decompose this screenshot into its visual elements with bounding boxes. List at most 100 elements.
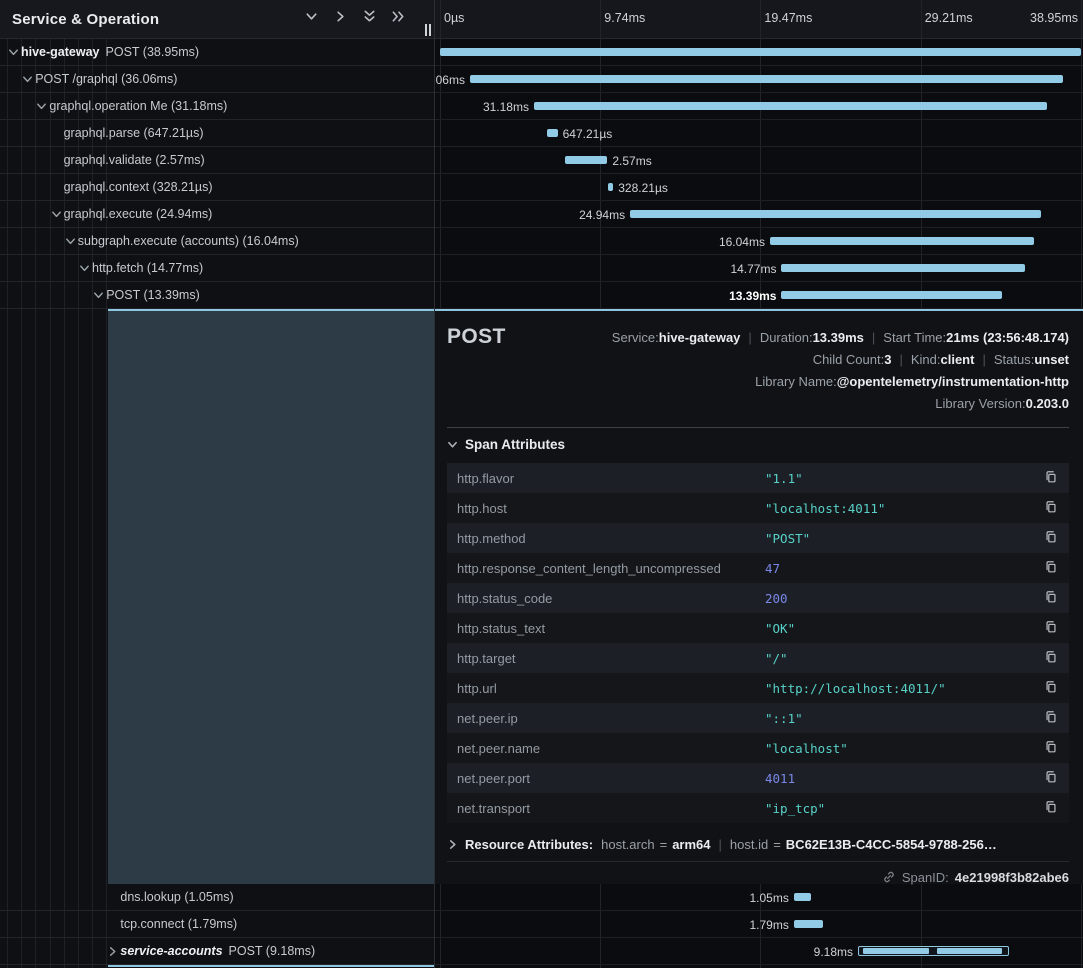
tree-row[interactable]: POST /graphql (36.06ms) xyxy=(0,66,434,93)
link-icon[interactable] xyxy=(882,870,896,884)
copy-button[interactable] xyxy=(1043,620,1059,636)
tree-row[interactable]: graphql.validate (2.57ms) xyxy=(0,147,434,174)
tree-row[interactable]: POST (13.39ms) xyxy=(0,282,434,309)
duration-label: 2.57ms xyxy=(612,154,651,168)
tree-row[interactable]: subgraph.execute (accounts) (16.04ms) xyxy=(0,228,434,255)
duration-label: 9.18ms xyxy=(814,945,853,959)
duration-label: 647.21µs xyxy=(563,127,613,141)
service-name: hive-gateway xyxy=(21,45,100,59)
span-duration-bar[interactable] xyxy=(534,102,1047,110)
resource-value: BC62E13B-C4CC-5854-9788-256… xyxy=(786,837,997,852)
attribute-row: http.method"POST" xyxy=(447,523,1069,553)
tree-row[interactable]: graphql.operation Me (31.18ms) xyxy=(0,93,434,120)
copy-button[interactable] xyxy=(1043,470,1059,486)
copy-button[interactable] xyxy=(1043,650,1059,666)
expand-all-button[interactable] xyxy=(388,9,408,29)
copy-button[interactable] xyxy=(1043,740,1059,756)
chevron-down-icon[interactable] xyxy=(36,101,49,112)
timeline-row: 2.57ms xyxy=(435,147,1083,174)
copy-button[interactable] xyxy=(1043,710,1059,726)
double-chevron-down-icon xyxy=(362,9,377,29)
resource-attributes-toggle[interactable]: Resource Attributes: host.arch=arm64|hos… xyxy=(447,831,1069,857)
attribute-key: net.peer.name xyxy=(447,741,765,756)
span-id-label: SpanID: xyxy=(902,870,949,885)
copy-button[interactable] xyxy=(1043,500,1059,516)
timeline-tick-label: 0µs xyxy=(444,11,464,25)
span-label: subgraph.execute (accounts) (16.04ms) xyxy=(78,234,299,248)
span-duration-bar[interactable] xyxy=(630,210,1040,218)
meta-label: Library Version: xyxy=(935,396,1025,411)
span-duration-bar[interactable] xyxy=(781,264,1024,272)
tree-row[interactable]: service-accountsPOST (9.18ms) xyxy=(0,938,434,965)
equals-sign: = xyxy=(773,837,781,852)
copy-button[interactable] xyxy=(1043,530,1059,546)
span-label: http.fetch (14.77ms) xyxy=(92,261,203,275)
span-duration-bar[interactable] xyxy=(547,129,558,137)
trace-viewer: Service & Operation hive-gatewayPOST (38… xyxy=(0,0,1083,968)
span-duration-bar[interactable] xyxy=(470,75,1063,83)
attribute-row: http.response_content_length_uncompresse… xyxy=(447,553,1069,583)
span-attributes-toggle[interactable]: Span Attributes xyxy=(447,437,565,452)
span-label: tcp.connect (1.79ms) xyxy=(120,917,237,931)
span-label: graphql.execute (24.94ms) xyxy=(64,207,213,221)
chevron-down-icon[interactable] xyxy=(22,74,35,85)
collapse-one-button[interactable] xyxy=(301,9,321,29)
attribute-row: net.peer.name"localhost" xyxy=(447,733,1069,763)
resource-attributes-title: Resource Attributes: xyxy=(465,837,593,852)
duration-label: 328.21µs xyxy=(618,181,668,195)
attribute-row: net.transport"ip_tcp" xyxy=(447,793,1069,823)
copy-icon xyxy=(1044,560,1058,577)
attribute-value: "/" xyxy=(765,651,788,666)
expand-one-button[interactable] xyxy=(330,9,350,29)
chevron-down-icon[interactable] xyxy=(93,290,106,301)
chevron-right-icon[interactable] xyxy=(107,946,120,957)
attribute-key: net.peer.ip xyxy=(447,711,765,726)
timeline-row: 1.79ms xyxy=(435,911,1083,938)
child-span-segment xyxy=(863,948,929,954)
span-label: dns.lookup (1.05ms) xyxy=(120,890,233,904)
span-meta-line: Service:hive-gateway|Duration:13.39ms|St… xyxy=(612,327,1069,349)
collapse-all-button[interactable] xyxy=(359,9,379,29)
span-duration-bar[interactable] xyxy=(794,920,823,928)
tree-row[interactable]: hive-gatewayPOST (38.95ms) xyxy=(0,39,434,66)
copy-button[interactable] xyxy=(1043,770,1059,786)
panel-drag-grip[interactable] xyxy=(425,24,431,36)
attribute-row: http.status_code200 xyxy=(447,583,1069,613)
tree-row[interactable]: graphql.context (328.21µs) xyxy=(0,174,434,201)
copy-button[interactable] xyxy=(1043,680,1059,696)
chevron-down-icon[interactable] xyxy=(8,47,21,58)
span-detail-panel: POST Service:hive-gateway|Duration:13.39… xyxy=(435,309,1083,884)
meta-value: @opentelemetry/instrumentation-http xyxy=(837,374,1069,389)
chevron-down-icon[interactable] xyxy=(65,236,78,247)
span-duration-bar[interactable] xyxy=(858,946,1009,956)
timeline-row: 31.18ms xyxy=(435,93,1083,120)
tree-row[interactable]: dns.lookup (1.05ms) xyxy=(0,884,434,911)
panel-title: Service & Operation xyxy=(12,11,159,28)
tree-row[interactable]: graphql.parse (647.21µs) xyxy=(0,120,434,147)
timeline-row: 9.18ms xyxy=(435,938,1083,965)
meta-label: Kind: xyxy=(911,352,941,367)
span-duration-bar[interactable] xyxy=(770,237,1034,245)
attribute-row: http.status_text"OK" xyxy=(447,613,1069,643)
copy-button[interactable] xyxy=(1043,800,1059,816)
chevron-right-icon xyxy=(447,839,458,850)
span-duration-bar[interactable] xyxy=(781,291,1001,299)
copy-button[interactable] xyxy=(1043,590,1059,606)
meta-label: Library Name: xyxy=(755,374,837,389)
meta-label: Child Count: xyxy=(813,352,885,367)
timeline-tick-label: 38.95ms xyxy=(1030,11,1078,25)
meta-value: client xyxy=(941,352,975,367)
span-label: graphql.operation Me (31.18ms) xyxy=(49,99,227,113)
tree-row[interactable]: tcp.connect (1.79ms) xyxy=(0,911,434,938)
span-duration-bar[interactable] xyxy=(440,48,1081,56)
chevron-down-icon[interactable] xyxy=(79,263,92,274)
chevron-down-icon[interactable] xyxy=(51,209,64,220)
copy-button[interactable] xyxy=(1043,560,1059,576)
span-duration-bar[interactable] xyxy=(794,893,811,901)
span-duration-bar[interactable] xyxy=(608,183,613,191)
tree-row[interactable]: graphql.execute (24.94ms) xyxy=(0,201,434,228)
attribute-key: http.url xyxy=(447,681,765,696)
span-duration-bar[interactable] xyxy=(565,156,607,164)
tree-row[interactable]: http.fetch (14.77ms) xyxy=(0,255,434,282)
attribute-value: "ip_tcp" xyxy=(765,801,825,816)
